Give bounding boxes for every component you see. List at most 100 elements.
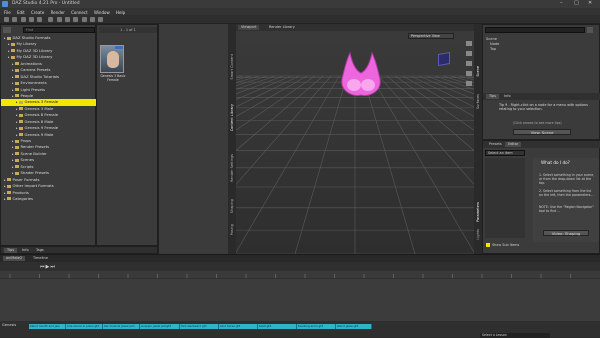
scene-menu-icon[interactable] [587, 27, 593, 33]
scale-icon[interactable] [81, 17, 87, 22]
expand-arrow-icon[interactable]: ▸ [12, 165, 14, 169]
animation-clip[interactable]: flick backward gt3 [180, 324, 219, 329]
frame-icon[interactable] [466, 71, 472, 76]
expand-arrow-icon[interactable]: ▸ [4, 191, 6, 195]
surface-icon[interactable] [98, 17, 104, 22]
vtab-posing[interactable]: Posing [230, 224, 234, 235]
menu-help[interactable]: Help [116, 10, 125, 15]
scene-item-scene[interactable]: Scene [486, 37, 497, 41]
close-icon[interactable]: ✕ [588, 0, 592, 6]
menu-file[interactable]: File [4, 10, 11, 15]
tab-info[interactable]: Info [19, 248, 32, 253]
expand-arrow-icon[interactable]: ▸ [8, 42, 10, 46]
tab-presets[interactable]: Presets [486, 142, 505, 147]
animation-clip[interactable]: bind horse gt3 [219, 324, 258, 329]
vtab-scene[interactable]: Scene [476, 66, 480, 77]
tab-scene-info[interactable]: Info [501, 94, 514, 99]
animation-clip[interactable]: twist gt3 [258, 324, 297, 329]
vtab-shaping[interactable]: Shaping [230, 199, 234, 213]
tab-editor[interactable]: Editor [505, 142, 522, 147]
animation-clip[interactable]: taunting arms gt3 [297, 324, 336, 329]
camera-icon[interactable] [89, 17, 95, 22]
render-icon[interactable] [48, 17, 54, 22]
lesson-select[interactable]: Select a Lesson [480, 333, 550, 338]
vtab-surfaces[interactable]: Surfaces [476, 94, 480, 109]
expand-arrow-icon[interactable]: ▸ [8, 55, 10, 59]
tab-scene-tips[interactable]: Tips [486, 94, 500, 99]
animation-clip[interactable]: blend mouth and jaw [29, 324, 66, 329]
maximize-icon[interactable]: □ [574, 0, 579, 6]
menu-create[interactable]: Create [31, 10, 44, 15]
tab-render-library[interactable]: Render Library [266, 25, 298, 30]
menu-window[interactable]: Window [94, 10, 110, 15]
scene-item-node[interactable]: Node [490, 42, 499, 46]
expand-arrow-icon[interactable]: ▸ [16, 133, 18, 137]
scene-item-top[interactable]: Top [490, 47, 496, 51]
redo-icon[interactable] [37, 17, 43, 22]
timeline-ruler[interactable] [0, 271, 600, 278]
vtab-render-settings[interactable]: Render Settings [230, 154, 234, 182]
zoom-icon[interactable] [466, 61, 472, 66]
expand-arrow-icon[interactable]: ▸ [16, 126, 18, 130]
animation-clip[interactable]: snappin jewel jamgt3 [140, 324, 180, 329]
animation-track-area[interactable] [0, 279, 600, 321]
expand-arrow-icon[interactable]: ▸ [12, 139, 14, 143]
pink-bra-prop[interactable] [336, 49, 386, 101]
translate-icon[interactable] [64, 17, 70, 22]
expand-arrow-icon[interactable]: ▸ [4, 197, 6, 201]
vtab-lights[interactable]: Lights [476, 229, 480, 240]
vtab-smart-content[interactable]: Smart Content [230, 54, 234, 80]
video-shaping-button[interactable]: Video: Shaping [543, 230, 589, 236]
expand-arrow-icon[interactable]: ▸ [16, 100, 18, 104]
expand-arrow-icon[interactable]: ▸ [12, 152, 14, 156]
last-frame-icon[interactable]: ⏭ [50, 264, 56, 270]
expand-arrow-icon[interactable]: ▸ [12, 88, 14, 92]
tab-tips[interactable]: Tips [4, 248, 18, 253]
view-scene-button[interactable]: View: Scene [513, 129, 571, 135]
node-selection-icon[interactable] [56, 17, 62, 22]
menu-edit[interactable]: Edit [17, 10, 25, 15]
tree-item[interactable]: ▸ Categories [1, 196, 96, 202]
dolly-icon[interactable] [466, 81, 472, 86]
expand-arrow-icon[interactable]: ▸ [12, 81, 14, 85]
expand-arrow-icon[interactable]: ▸ [12, 145, 14, 149]
tab-tags[interactable]: Tags [33, 248, 47, 253]
show-subitems-checkbox[interactable] [486, 243, 490, 247]
save-icon[interactable] [20, 17, 26, 22]
expand-arrow-icon[interactable]: ▸ [12, 62, 14, 66]
view-dropdown[interactable]: Perspective View [408, 33, 454, 39]
pan-icon[interactable] [466, 51, 472, 56]
vtab-parameters[interactable]: Parameters [476, 202, 480, 222]
tab-viewport[interactable]: Viewport [238, 25, 260, 30]
animation-clip[interactable]: ride dance in place gt3 [66, 324, 103, 329]
home-icon[interactable] [3, 27, 11, 33]
expand-arrow-icon[interactable]: ▸ [12, 68, 14, 72]
scene-search-input[interactable] [485, 27, 585, 33]
expand-arrow-icon[interactable]: ▸ [4, 36, 6, 40]
expand-arrow-icon[interactable]: ▸ [12, 171, 14, 175]
new-scene-icon[interactable] [4, 17, 9, 22]
minimize-icon[interactable]: – [560, 0, 563, 6]
navigation-cube[interactable] [438, 51, 450, 67]
library-search-input[interactable]: Find [23, 27, 95, 33]
expand-arrow-icon[interactable]: ▸ [16, 113, 18, 117]
tab-timeline[interactable]: Timeline [30, 256, 51, 261]
menu-connect[interactable]: Connect [71, 10, 88, 15]
vtab-content-library[interactable]: Content Library [230, 104, 234, 131]
tab-animate2[interactable]: aniMate2 [3, 256, 26, 261]
3d-view[interactable]: Perspective View [236, 31, 474, 254]
rotate-icon[interactable] [73, 17, 79, 22]
expand-arrow-icon[interactable]: ▸ [4, 184, 6, 188]
animation-clip[interactable]: stand glass gt3 [336, 324, 372, 329]
undo-icon[interactable] [28, 17, 34, 22]
expand-arrow-icon[interactable]: ▸ [4, 178, 6, 182]
expand-arrow-icon[interactable]: ▸ [12, 158, 14, 162]
menu-render[interactable]: Render [51, 10, 65, 15]
animation-clip[interactable]: bar musical jewel jam [103, 324, 140, 329]
open-icon[interactable] [12, 17, 18, 22]
orbit-icon[interactable] [466, 41, 472, 46]
expand-arrow-icon[interactable]: ▸ [12, 94, 14, 98]
item-select-dropdown[interactable]: Select an item [485, 150, 525, 156]
expand-arrow-icon[interactable]: ▸ [16, 120, 18, 124]
expand-arrow-icon[interactable]: ▸ [12, 75, 14, 79]
